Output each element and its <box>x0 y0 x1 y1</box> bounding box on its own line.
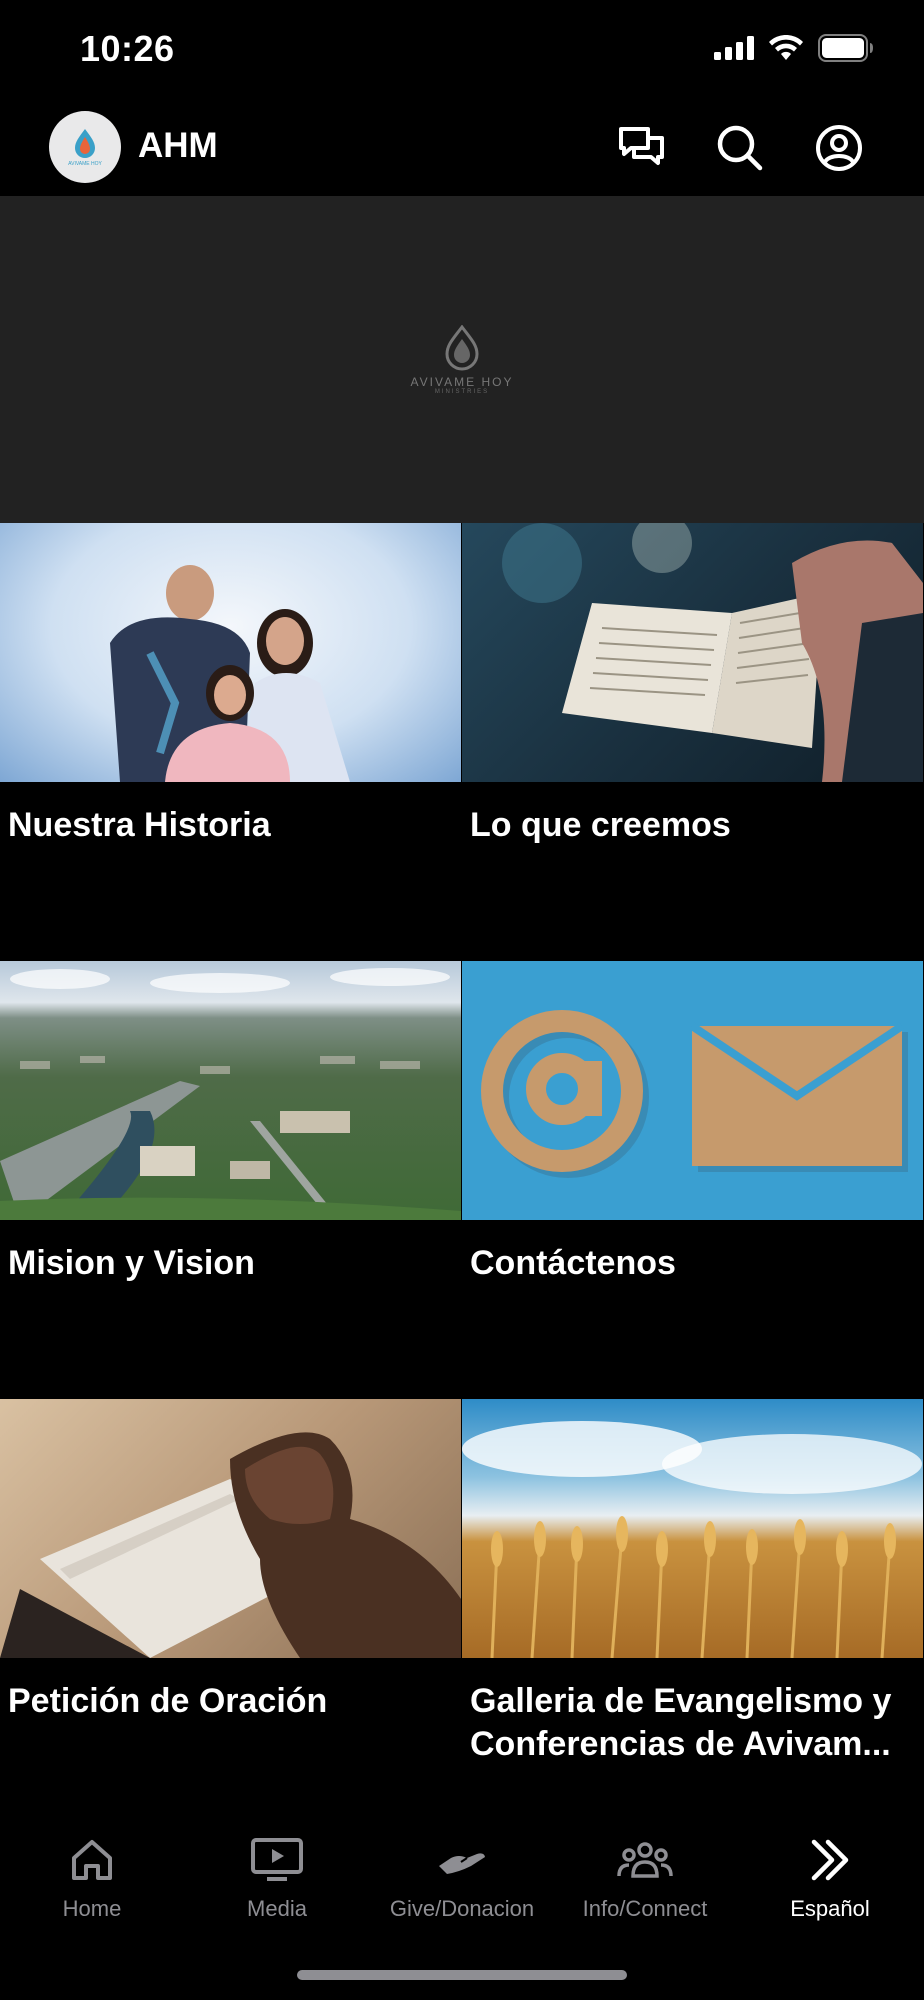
tab-media[interactable]: Media <box>185 1810 369 1930</box>
flame-logo-icon <box>445 324 479 370</box>
give-icon <box>432 1830 492 1890</box>
hero-logo-subtext: MINISTRIES <box>434 388 490 395</box>
tile-peticion-de-oracion[interactable]: Petición de Oración <box>0 1399 461 1837</box>
logo-text: AVIVAME HOY <box>68 161 102 167</box>
tab-espanol[interactable]: Español <box>738 1810 922 1930</box>
wheat-field-photo <box>462 1399 923 1658</box>
app-title: AHM <box>138 126 218 165</box>
tab-give[interactable]: Give/Donacion <box>370 1810 554 1930</box>
tab-label: Info/Connect <box>582 1896 708 1921</box>
tile-label: Mision y Vision <box>8 1244 255 1282</box>
family-photo <box>0 523 461 782</box>
home-icon <box>62 1830 122 1890</box>
app-header: AVIVAME HOY AHM <box>0 100 924 196</box>
hero-banner[interactable]: AVIVAME HOY MINISTRIES <box>0 196 924 523</box>
media-icon <box>247 1830 307 1890</box>
tile-label: Galleria de Evangelismo y Conferencias d… <box>470 1682 892 1763</box>
tile-lo-que-creemos[interactable]: Lo que creemos <box>462 523 923 961</box>
tile-mision-y-vision[interactable]: Mision y Vision <box>0 961 461 1399</box>
tab-info-connect[interactable]: Info/Connect <box>553 1810 737 1930</box>
tab-label: Home <box>62 1896 122 1921</box>
tab-label: Give/Donacion <box>389 1896 535 1921</box>
hero-logo-text: AVIVAME HOY <box>410 374 514 389</box>
account-icon[interactable] <box>811 120 867 176</box>
people-icon <box>615 1830 675 1890</box>
status-bar: 10:26 <box>0 0 924 100</box>
church-logo[interactable]: AVIVAME HOY <box>49 111 121 183</box>
bottom-tab-bar: Home Media Give/Donacion Info/Connect Es… <box>0 1810 924 1930</box>
tile-contactenos[interactable]: Contáctenos <box>462 961 923 1399</box>
open-bible-photo <box>462 523 923 782</box>
email-symbols-photo <box>462 961 923 1220</box>
tile-label: Nuestra Historia <box>8 806 271 844</box>
tile-label: Petición de Oración <box>8 1682 328 1720</box>
tab-label: Español <box>790 1896 870 1921</box>
chat-icon[interactable] <box>614 120 670 176</box>
tile-label: Lo que creemos <box>470 806 731 844</box>
cellular-signal-icon <box>714 36 754 65</box>
double-chevron-icon <box>800 1830 860 1890</box>
home-indicator <box>297 1970 627 1980</box>
status-icons <box>714 34 874 67</box>
tile-nuestra-historia[interactable]: Nuestra Historia <box>0 523 461 961</box>
aerial-city-photo <box>0 961 461 1220</box>
tab-home[interactable]: Home <box>0 1810 184 1930</box>
praying-hands-photo <box>0 1399 461 1658</box>
search-icon[interactable] <box>712 120 768 176</box>
tab-label: Media <box>247 1896 307 1921</box>
wifi-icon <box>768 34 804 66</box>
status-time: 10:26 <box>80 28 175 69</box>
battery-icon <box>818 34 874 67</box>
tile-galleria-evangelismo[interactable]: Galleria de Evangelismo y Conferencias d… <box>462 1399 923 1837</box>
tile-label: Contáctenos <box>470 1244 676 1282</box>
